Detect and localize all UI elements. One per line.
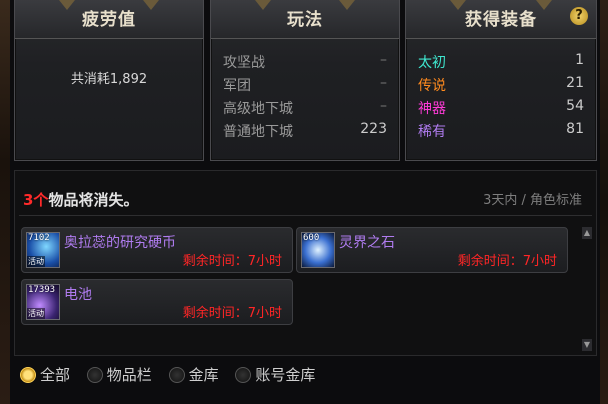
filter-label: 金库	[188, 366, 219, 384]
filter-label: 物品栏	[106, 366, 152, 384]
event-tag: 活动	[27, 308, 45, 319]
item-name: 灵界之石	[339, 235, 395, 251]
right-border-decoration	[600, 0, 608, 404]
help-icon[interactable]: ?	[570, 7, 588, 25]
rarity-label: 传说	[418, 78, 446, 94]
equipment-row: 神器 54	[418, 98, 584, 121]
gameplay-label: 普通地下城	[223, 124, 293, 140]
equipment-row: 太初 1	[418, 52, 584, 75]
item-quantity: 600	[303, 233, 320, 243]
filter-account-vault[interactable]: 账号金库	[235, 364, 315, 385]
rarity-label: 神器	[418, 101, 446, 117]
gameplay-label: 高级地下城	[223, 101, 293, 117]
filter-all[interactable]: 全部	[20, 364, 70, 385]
battery-icon: 17393 活动	[26, 284, 60, 320]
filter-inventory[interactable]: 物品栏	[86, 364, 152, 385]
expiring-item[interactable]: 7102 活动 奥拉蕊的研究硬币 剩余时间：7小时	[21, 227, 293, 273]
item-time-left: 剩余时间：7小时	[457, 254, 557, 269]
item-time-left: 剩余时间：7小时	[182, 254, 282, 269]
location-filter: 全部 物品栏 金库 账号金库	[20, 364, 327, 384]
gameplay-value: –	[380, 98, 387, 114]
equipment-title: 获得装备	[406, 0, 596, 39]
gameplay-title: 玩法	[211, 0, 399, 39]
left-border-decoration	[0, 0, 10, 404]
gameplay-value: –	[380, 52, 387, 68]
expiring-header: 3个物品将消失。	[23, 189, 138, 210]
item-name: 电池	[64, 287, 92, 303]
event-tag: 活动	[27, 256, 45, 267]
divider	[19, 215, 592, 216]
item-quantity: 7102	[28, 233, 50, 243]
expiring-filter-info: 3天内 / 角色标准	[483, 193, 582, 208]
crystal-icon: 600	[301, 232, 335, 268]
item-quantity: 17393	[28, 285, 56, 295]
scroll-down-icon[interactable]: ▼	[582, 339, 592, 351]
gameplay-row: 军团 –	[223, 75, 387, 98]
filter-label: 全部	[40, 366, 71, 384]
expiring-item[interactable]: 17393 活动 电池 剩余时间：7小时	[21, 279, 293, 325]
gameplay-panel: 玩法 攻坚战 – 军团 – 高级地下城 – 普通地下城 223	[210, 0, 400, 161]
rarity-label: 太初	[418, 55, 446, 71]
filter-vault[interactable]: 金库	[168, 364, 219, 385]
scroll-up-icon[interactable]: ▲	[582, 227, 592, 239]
equipment-row: 传说 21	[418, 75, 584, 98]
equipment-row: 稀有 81	[418, 121, 584, 144]
item-time-left: 剩余时间：7小时	[182, 306, 282, 321]
expiring-message: 物品将消失。	[48, 191, 139, 209]
gameplay-row: 攻坚战 –	[223, 52, 387, 75]
equipment-panel: 获得装备 ? 太初 1 传说 21 神器 54 稀有 81	[405, 0, 597, 161]
rarity-count: 54	[566, 98, 584, 114]
coin-icon: 7102 活动	[26, 232, 60, 268]
expiring-item[interactable]: 600 灵界之石 剩余时间：7小时	[296, 227, 568, 273]
rarity-label: 稀有	[418, 124, 446, 140]
radio-icon[interactable]	[168, 367, 185, 383]
gameplay-value: –	[380, 75, 387, 91]
expiring-count: 3个	[23, 191, 49, 209]
gameplay-row: 普通地下城 223	[223, 121, 387, 144]
scrollbar[interactable]: ▲ ▼	[582, 227, 592, 351]
rarity-count: 81	[566, 121, 584, 137]
fatigue-panel: 疲劳值 共消耗1,892	[14, 0, 204, 161]
gameplay-label: 军团	[223, 78, 251, 94]
fatigue-total: 共消耗1,892	[70, 72, 148, 87]
gameplay-row: 高级地下城 –	[223, 98, 387, 121]
radio-icon[interactable]	[86, 367, 103, 383]
fatigue-title: 疲劳值	[15, 0, 203, 39]
rarity-count: 21	[566, 75, 584, 91]
radio-icon[interactable]	[235, 367, 252, 383]
filter-label: 账号金库	[255, 366, 316, 384]
item-name: 奥拉蕊的研究硬币	[64, 235, 176, 251]
radio-icon[interactable]	[20, 367, 36, 383]
rarity-count: 1	[575, 52, 584, 68]
gameplay-value: 223	[360, 121, 387, 137]
gameplay-label: 攻坚战	[223, 55, 265, 71]
expiring-items-list: 3个物品将消失。 3天内 / 角色标准 7102 活动 奥拉蕊的研究硬币 剩余时…	[14, 170, 597, 356]
